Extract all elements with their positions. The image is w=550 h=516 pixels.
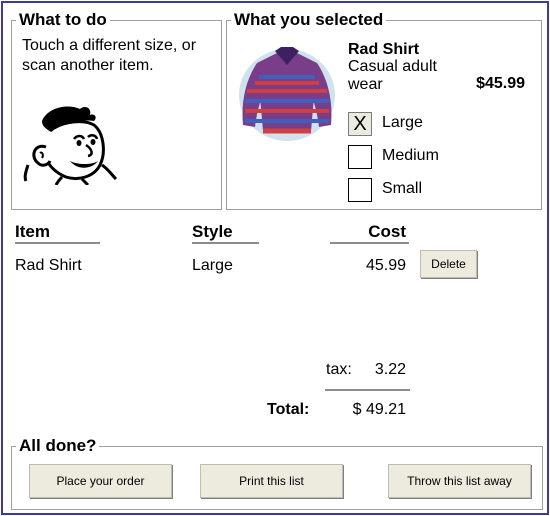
total-label: Total: <box>267 401 310 418</box>
row-item-cost: 45.99 <box>365 257 406 274</box>
instructions-text: Touch a different size, or scan another … <box>22 37 197 74</box>
tax-label: tax: <box>326 361 352 378</box>
size-label-small: Small <box>382 180 423 197</box>
kiosk-window: What to do Touch a different size, or sc… <box>1 1 549 515</box>
total-rule <box>325 389 410 391</box>
product-name: Rad Shirt <box>348 41 420 58</box>
cost-header-rule <box>330 242 409 244</box>
all-done-panel: All done? Place your order Print this li… <box>11 436 543 510</box>
print-list-button[interactable]: Print this list <box>200 464 343 498</box>
all-done-title: All done? <box>16 436 100 456</box>
product-price: $45.99 <box>476 75 525 92</box>
what-to-do-title: What to do <box>16 10 110 30</box>
selected-title: What you selected <box>231 10 387 30</box>
throw-list-away-button[interactable]: Throw this list away <box>388 464 531 498</box>
size-checkbox-small[interactable] <box>348 178 372 202</box>
size-checkbox-large[interactable]: X <box>348 112 372 136</box>
selected-item-panel: What you selected Rad Shirt Casual adult… <box>226 10 542 210</box>
size-label-large: Large <box>382 114 423 131</box>
item-header-rule <box>15 242 100 244</box>
shirt-image <box>239 47 335 141</box>
row-item-style: Large <box>192 257 233 274</box>
row-item-name: Rad Shirt <box>15 257 82 274</box>
total-value: $ 49.21 <box>352 401 406 418</box>
cartoon-face-icon <box>23 106 118 185</box>
item-column-header: Item <box>15 222 50 241</box>
size-checkbox-medium[interactable] <box>348 145 372 169</box>
tax-value: 3.22 <box>374 361 406 378</box>
cost-column-header: Cost <box>368 222 406 241</box>
size-label-medium: Medium <box>382 147 439 164</box>
product-description: Casual adult wear <box>348 58 437 93</box>
place-order-button[interactable]: Place your order <box>29 464 172 498</box>
delete-button[interactable]: Delete <box>420 250 477 278</box>
style-column-header: Style <box>192 222 233 241</box>
what-to-do-panel: What to do Touch a different size, or sc… <box>11 10 222 210</box>
style-header-rule <box>192 242 259 244</box>
